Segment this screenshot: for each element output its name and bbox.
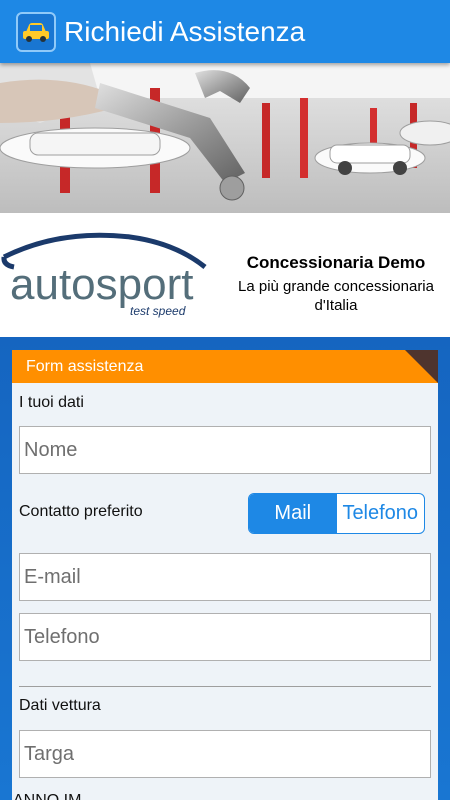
logo-text: autosport — [10, 260, 193, 309]
section-personal-label: I tuoi dati — [19, 394, 84, 411]
autosport-logo: autosport test speed — [0, 229, 225, 324]
banner-image — [0, 63, 450, 213]
phone-input[interactable] — [19, 613, 431, 661]
form-header-title: Form assistenza — [26, 358, 144, 375]
contact-option-phone[interactable]: Telefono — [337, 494, 425, 533]
assistance-form: Form assistenza I tuoi dati Contatto pre… — [12, 350, 438, 800]
page-title: Richiedi Assistenza — [64, 15, 306, 47]
app-bar: Richiedi Assistenza — [0, 0, 450, 63]
section-divider — [19, 686, 431, 687]
dealer-info: Concessionaria Demo La più grande conces… — [228, 253, 444, 315]
logo-subtext: test speed — [130, 304, 186, 318]
plate-input[interactable] — [19, 730, 431, 778]
contact-option-mail[interactable]: Mail — [249, 494, 337, 533]
registration-year-label: ANNO IM... — [13, 792, 95, 800]
section-vehicle-label: Dati vettura — [19, 697, 101, 714]
contact-preference-label: Contatto preferito — [19, 503, 143, 520]
car-icon — [16, 11, 56, 52]
dealer-card: autosport test speed Concessionaria Demo… — [0, 213, 450, 337]
email-input[interactable] — [19, 553, 431, 601]
dealer-name: Concessionaria Demo — [246, 253, 426, 272]
contact-preference-toggle[interactable]: Mail Telefono — [248, 493, 425, 534]
dealer-tagline: La più grande concessionaria d'Italia — [238, 278, 434, 314]
name-input[interactable] — [19, 426, 431, 474]
form-header: Form assistenza — [12, 350, 438, 383]
header-fold-corner — [405, 350, 438, 383]
